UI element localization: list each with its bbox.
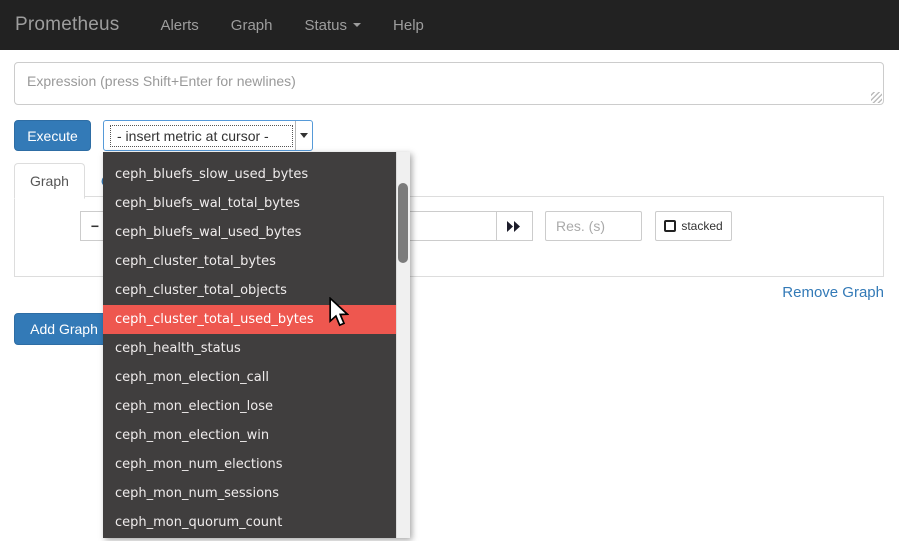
stacked-toggle-button[interactable]: stacked	[655, 211, 732, 241]
metric-dropdown-option[interactable]: ceph_cluster_total_objects	[103, 276, 396, 305]
metric-dropdown-option[interactable]: ceph_bluefs_wal_used_bytes	[103, 218, 396, 247]
prometheus-page: Prometheus Alerts Graph Status Help Exec…	[0, 0, 899, 541]
nav-item-alerts[interactable]: Alerts	[144, 0, 214, 50]
nav-item-graph[interactable]: Graph	[215, 0, 289, 50]
remove-graph-link[interactable]: Remove Graph	[782, 284, 884, 301]
chevron-down-icon	[353, 23, 361, 27]
brand-prometheus[interactable]: Prometheus	[0, 14, 134, 36]
metric-dropdown-option[interactable]: ceph_bluefs_wal_total_bytes	[103, 189, 396, 218]
tab-graph[interactable]: Graph	[14, 163, 85, 199]
select-arrow-box[interactable]	[295, 121, 312, 150]
insert-metric-select[interactable]: - insert metric at cursor -	[103, 120, 313, 151]
nav-item-status[interactable]: Status	[289, 0, 378, 50]
metric-dropdown-option[interactable]: ceph_mon_quorum_count	[103, 508, 396, 537]
checkbox-icon	[664, 220, 676, 232]
metric-dropdown-option[interactable]: ceph_mon_election_call	[103, 363, 396, 392]
metric-dropdown-option[interactable]: ceph_mon_num_elections	[103, 450, 396, 479]
resize-grip-icon[interactable]	[871, 92, 882, 103]
chevron-down-icon	[300, 133, 308, 138]
stacked-label: stacked	[681, 219, 722, 233]
metric-dropdown-list: ceph_bluefs_slow_used_bytesceph_bluefs_w…	[103, 152, 410, 538]
nav-item-help[interactable]: Help	[377, 0, 440, 50]
metric-dropdown-option[interactable]: ceph_bluefs_slow_used_bytes	[103, 160, 396, 189]
execute-button[interactable]: Execute	[14, 120, 91, 151]
metric-dropdown-option[interactable]: ceph_mon_election_win	[103, 421, 396, 450]
nav-items: Alerts Graph Status Help	[144, 0, 439, 50]
double-arrow-right-icon	[507, 221, 522, 232]
expression-input[interactable]	[14, 62, 884, 105]
insert-metric-select-value: - insert metric at cursor -	[110, 125, 293, 147]
metric-dropdown-option[interactable]: ceph_health_status	[103, 334, 396, 363]
metric-dropdown-option[interactable]: ceph_cluster_total_used_bytes	[103, 305, 396, 334]
resolution-input[interactable]	[545, 211, 642, 241]
metric-dropdown-option[interactable]: ceph_mon_election_lose	[103, 392, 396, 421]
add-graph-button[interactable]: Add Graph	[14, 313, 114, 345]
metric-dropdown-option[interactable]: ceph_cluster_total_bytes	[103, 247, 396, 276]
navbar: Prometheus Alerts Graph Status Help	[0, 0, 899, 50]
forward-time-button[interactable]	[496, 211, 533, 241]
metric-dropdown-option[interactable]: ceph_mon_num_sessions	[103, 479, 396, 508]
dropdown-scrollbar-thumb[interactable]	[398, 183, 408, 263]
